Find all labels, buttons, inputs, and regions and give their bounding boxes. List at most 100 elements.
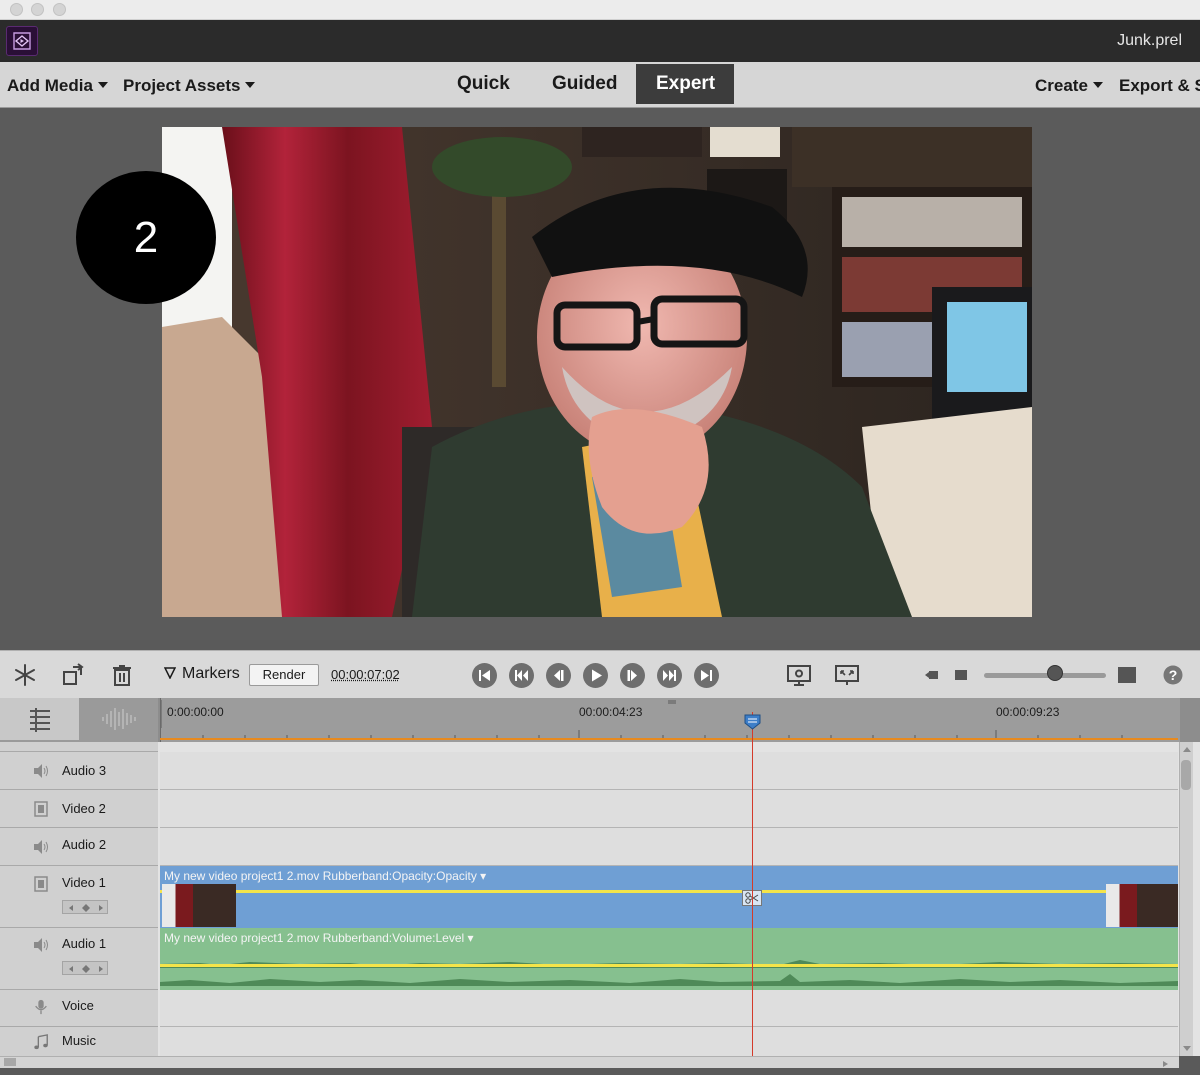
go-to-start-button[interactable] (472, 663, 497, 688)
ruler-mark-end: 00:00:09:23 (996, 705, 1059, 719)
zoom-window-button[interactable] (53, 3, 66, 16)
step-forward-icon (620, 663, 645, 688)
play-button[interactable] (583, 663, 608, 688)
rewind-button[interactable] (509, 663, 534, 688)
track-name-video-2: Video 2 (62, 801, 106, 816)
video-preview-frame[interactable] (162, 127, 1032, 617)
premiere-elements-logo-icon[interactable] (6, 26, 38, 56)
fit-icon[interactable] (834, 663, 858, 687)
audio-clip[interactable]: My new video project1 2.mov Rubberband:V… (160, 928, 1178, 990)
speaker-icon[interactable] (32, 839, 50, 855)
track-header-audio-2[interactable]: Audio 2 (0, 828, 158, 866)
volume-rubberband[interactable] (160, 964, 1178, 967)
track-lane-music[interactable] (160, 1027, 1178, 1056)
music-note-icon[interactable] (32, 1034, 50, 1050)
add-media-menu[interactable]: Add Media (7, 76, 108, 96)
help-icon[interactable]: ? (1162, 664, 1186, 688)
track-header-music[interactable]: Music (0, 1027, 158, 1056)
markers-menu[interactable]: Markers (164, 665, 240, 683)
ruler-mark-mid: 00:00:04:23 (579, 705, 642, 719)
timeline-toolbar: Markers Render 00:00:07:02 ? (0, 650, 1200, 698)
track-header-audio-1[interactable]: Audio 1 (0, 928, 158, 990)
time-ruler[interactable]: 0:00:00:00 00:00:04:23 00:00:09:23 (160, 698, 1180, 742)
track-lane-audio-1[interactable]: My new video project1 2.mov Rubberband:V… (160, 928, 1178, 990)
go-to-start-icon (472, 663, 497, 688)
track-lane-video-1[interactable]: My new video project1 2.mov Rubberband:O… (160, 866, 1178, 928)
work-area-bar[interactable] (160, 738, 1178, 740)
tracks-icon (0, 698, 79, 740)
playhead-line[interactable] (752, 712, 753, 1056)
speaker-icon[interactable] (32, 763, 50, 779)
track-lane-video-2[interactable] (160, 790, 1178, 828)
video-clip[interactable]: My new video project1 2.mov Rubberband:O… (160, 866, 1178, 928)
video-clip-label: My new video project1 2.mov Rubberband:O… (164, 869, 486, 883)
tab-quick[interactable]: Quick (437, 64, 530, 104)
fast-forward-button[interactable] (657, 663, 682, 688)
markers-label: Markers (182, 665, 240, 682)
film-strip-icon[interactable] (32, 876, 50, 892)
track-name-voice: Voice (62, 998, 94, 1013)
speaker-icon[interactable] (32, 937, 50, 953)
horizontal-scroll-thumb[interactable] (4, 1058, 16, 1066)
step-back-icon (546, 663, 571, 688)
audio-mixer-tab[interactable] (79, 698, 158, 740)
track-lane-audio-2[interactable] (160, 828, 1178, 866)
microphone-icon[interactable] (32, 999, 50, 1015)
vertical-scroll-thumb[interactable] (1181, 760, 1191, 790)
current-timecode[interactable]: 00:00:07:02 (331, 667, 400, 682)
keyframe-navigator[interactable] (62, 961, 108, 975)
track-header-voice[interactable]: Voice (0, 990, 158, 1027)
project-assets-menu[interactable]: Project Assets (123, 76, 255, 96)
create-label: Create (1035, 76, 1088, 95)
rotate-icon[interactable] (61, 663, 85, 687)
zoom-in-icon[interactable] (1116, 665, 1140, 689)
track-lane-voice[interactable] (160, 990, 1178, 1027)
go-to-end-button[interactable] (694, 663, 719, 688)
zoom-out-icon[interactable] (924, 667, 948, 691)
track-lane-audio-3[interactable] (160, 752, 1178, 790)
menu-bar: Add Media Project Assets Quick Guided Ex… (0, 62, 1200, 108)
trash-icon[interactable] (110, 663, 134, 687)
track-header-video-2[interactable]: Video 2 (0, 790, 158, 828)
keyframe-navigator[interactable] (62, 900, 108, 914)
keyframe-nav-icon (63, 962, 109, 976)
film-strip-icon[interactable] (32, 801, 50, 817)
render-button[interactable]: Render (249, 664, 319, 686)
tab-expert[interactable]: Expert (636, 64, 734, 104)
audio-clip-label: My new video project1 2.mov Rubberband:V… (164, 931, 474, 945)
step-forward-button[interactable] (620, 663, 645, 688)
audio-waveform-icon (79, 698, 158, 740)
chevron-down-icon (245, 82, 255, 88)
track-header-audio-3[interactable]: Audio 3 (0, 752, 158, 790)
scroll-right-arrow-icon (0, 1058, 1179, 1070)
chevron-down-icon (98, 82, 108, 88)
timeline-view-toggles (0, 698, 158, 742)
preview-monitor: 2 (0, 108, 1200, 640)
track-name-video-1: Video 1 (62, 875, 106, 890)
clip-thumbnail-start (162, 884, 236, 927)
playhead-handle-icon[interactable] (744, 714, 761, 730)
step-number-badge: 2 (76, 171, 216, 304)
keyframe-nav-icon (63, 901, 109, 915)
svg-text:?: ? (1169, 667, 1178, 683)
minimize-window-button[interactable] (31, 3, 44, 16)
opacity-rubberband[interactable] (160, 890, 1178, 893)
zoom-slider-thumb[interactable] (1047, 665, 1063, 681)
freeze-frame-icon[interactable] (13, 663, 37, 687)
tab-guided[interactable]: Guided (532, 64, 637, 104)
zoom-slider-track[interactable] (984, 673, 1106, 678)
step-back-button[interactable] (546, 663, 571, 688)
rewind-icon (509, 663, 534, 688)
close-window-button[interactable] (10, 3, 23, 16)
create-menu[interactable]: Create (1035, 76, 1103, 96)
horizontal-scrollbar[interactable] (0, 1056, 1179, 1068)
video-frame-image (162, 127, 1032, 617)
track-view-tab[interactable] (0, 698, 79, 740)
track-header-video-1[interactable]: Video 1 (0, 866, 158, 928)
monitor-settings-icon[interactable] (786, 663, 810, 687)
audio-waveform (160, 954, 1178, 988)
track-name-music: Music (62, 1033, 96, 1048)
export-share-menu[interactable]: Export & S (1119, 76, 1200, 96)
small-view-icon[interactable] (953, 667, 977, 691)
track-name-audio-2: Audio 2 (62, 837, 106, 852)
